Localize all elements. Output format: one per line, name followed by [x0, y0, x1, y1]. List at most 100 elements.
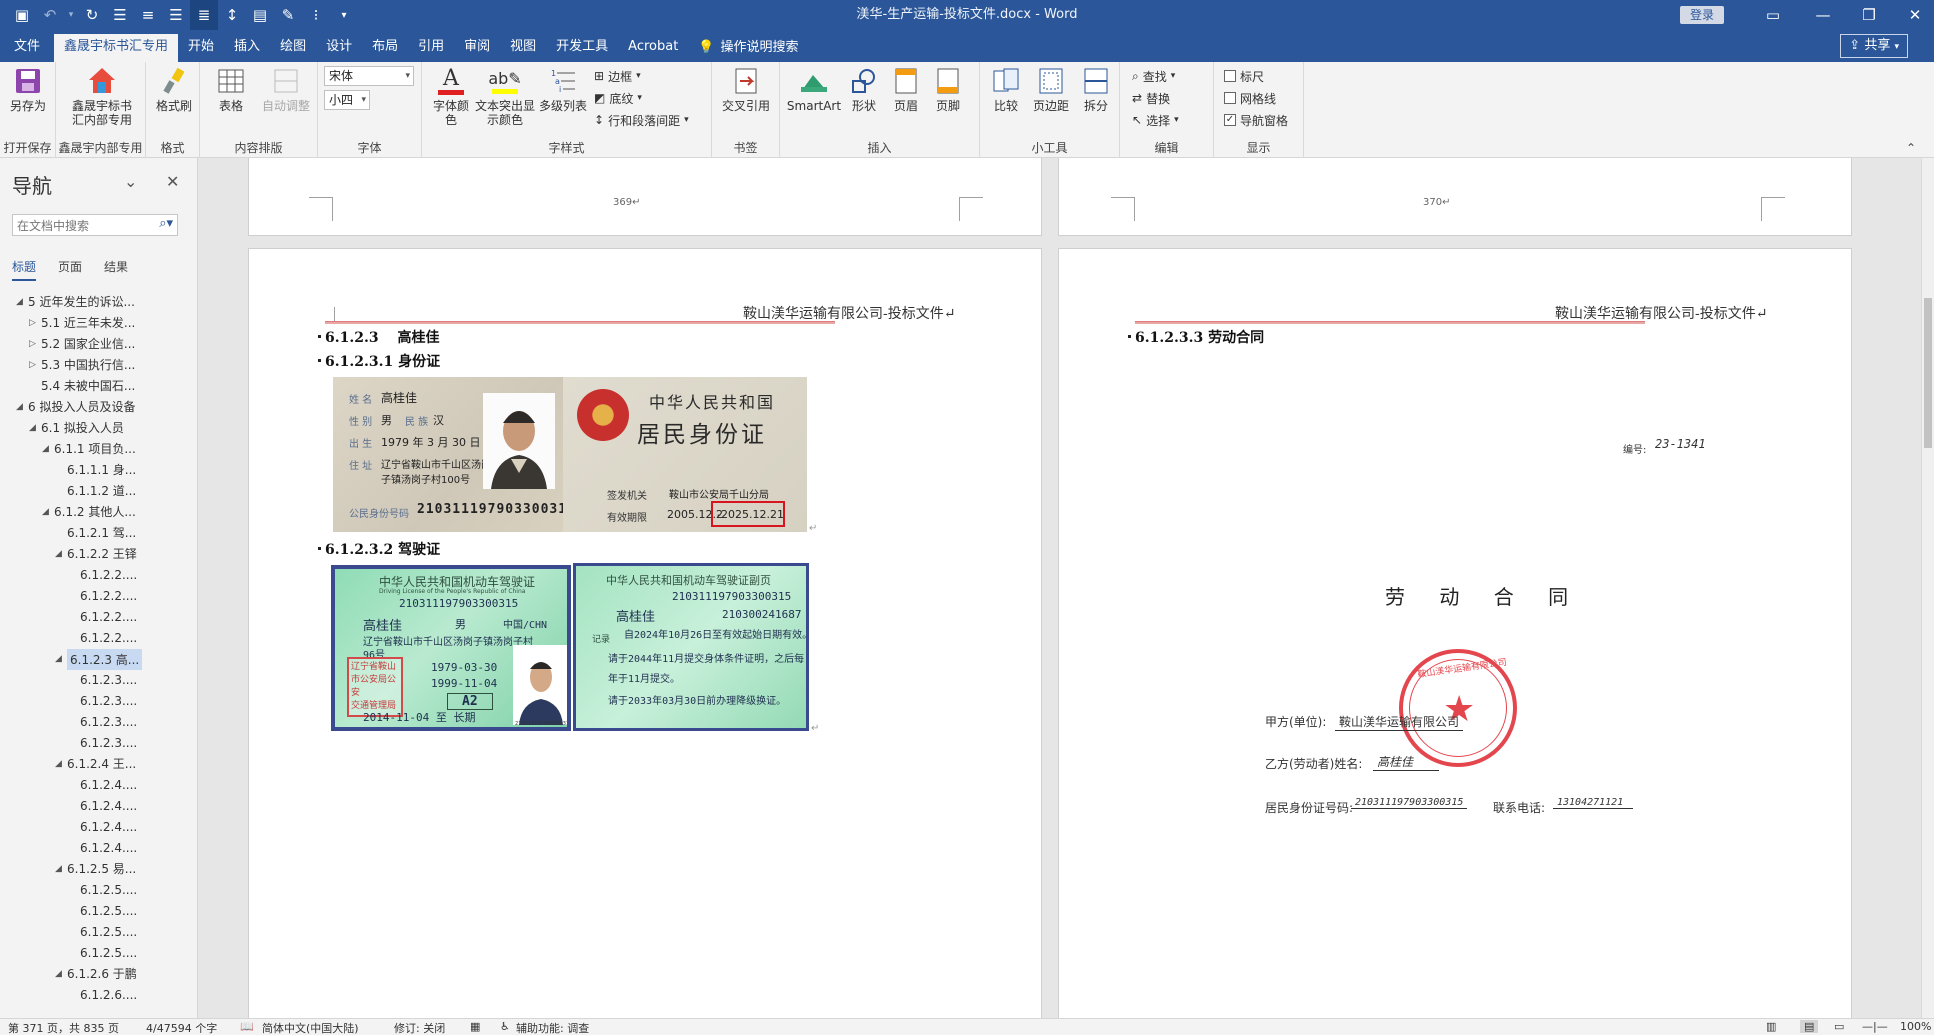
nav-heading-item[interactable]: 6.1.2.4....: [0, 796, 196, 817]
nav-tab-results[interactable]: 结果: [104, 258, 128, 281]
font-color-button[interactable]: A 字体颜色: [430, 66, 472, 127]
shapes-button[interactable]: 形状: [844, 66, 884, 113]
highlight-button[interactable]: ab✎ 文本突出显示颜色: [474, 66, 536, 128]
nav-heading-item[interactable]: ◢ 5 近年发生的诉讼...: [0, 292, 196, 313]
format-painter-icon[interactable]: ✎: [274, 0, 302, 30]
nav-heading-item[interactable]: ▷ 5.2 国家企业信...: [0, 334, 196, 355]
nav-heading-item[interactable]: 5.4 未被中国石...: [0, 376, 196, 397]
collapse-triangle-icon[interactable]: ◢: [55, 964, 62, 985]
nav-heading-item[interactable]: 6.1.2.3....: [0, 733, 196, 754]
close-icon[interactable]: ✕: [1892, 0, 1934, 30]
restore-icon[interactable]: ❐: [1846, 0, 1892, 30]
collapse-triangle-icon[interactable]: ◢: [42, 502, 49, 523]
collapse-triangle-icon[interactable]: ◢: [55, 754, 62, 775]
zoom-level[interactable]: 100%: [1900, 1020, 1931, 1033]
redo-icon[interactable]: ↻: [78, 0, 106, 30]
shading-button[interactable]: ◩ 底纹 ▾: [594, 88, 642, 108]
collapse-triangle-icon[interactable]: ◢: [55, 859, 62, 880]
nav-heading-item[interactable]: ◢ 6.1.2.3 高...: [0, 649, 196, 670]
collapse-triangle-icon[interactable]: ◢: [29, 418, 36, 439]
ruler-check-box[interactable]: [1224, 70, 1236, 82]
proofing-icon[interactable]: 📖: [240, 1020, 254, 1033]
multilevel-list-icon[interactable]: ⁝: [302, 0, 330, 30]
align-center-icon[interactable]: ≡: [134, 0, 162, 30]
tab-file[interactable]: 文件: [0, 34, 54, 62]
tab-acrobat[interactable]: Acrobat: [618, 34, 688, 62]
expand-triangle-icon[interactable]: ▷: [29, 313, 36, 334]
line-spacing-button[interactable]: ↕ 行和段落间距 ▾: [594, 110, 689, 130]
expand-triangle-icon[interactable]: ▷: [29, 334, 36, 355]
nav-heading-item[interactable]: 6.1.2.2....: [0, 607, 196, 628]
nav-heading-item[interactable]: 6.1.2.2....: [0, 586, 196, 607]
ribbon-display-options-icon[interactable]: ▭: [1750, 0, 1796, 30]
nav-heading-item[interactable]: 6.1.2.6....: [0, 985, 196, 1006]
border-button[interactable]: ⊞ 边框 ▾: [594, 66, 641, 86]
nav-heading-item[interactable]: ◢ 6.1.2.4 王...: [0, 754, 196, 775]
tab-references[interactable]: 引用: [408, 34, 454, 62]
line-spacing-icon[interactable]: ↕: [218, 0, 246, 30]
nav-heading-item[interactable]: 6.1.2.1 驾...: [0, 523, 196, 544]
chevron-down-icon[interactable]: ⌄: [124, 172, 137, 191]
accessibility-status[interactable]: 辅助功能: 调查: [516, 1020, 589, 1035]
nav-heading-item[interactable]: ▷ 5.1 近三年未发...: [0, 313, 196, 334]
tab-view[interactable]: 视图: [500, 34, 546, 62]
nav-heading-item[interactable]: 6.1.2.2....: [0, 565, 196, 586]
page-371[interactable]: 鞍山渼华运输有限公司-投标文件↵ 6.1.2.3 高桂佳 6.1.2.3.1 身…: [248, 248, 1042, 1018]
share-button[interactable]: ⇪ 共享 ▾: [1840, 34, 1908, 58]
nav-heading-item[interactable]: ◢ 6.1.2 其他人...: [0, 502, 196, 523]
tab-layout[interactable]: 布局: [362, 34, 408, 62]
tab-insert[interactable]: 插入: [224, 34, 270, 62]
print-layout-icon[interactable]: ▤: [1800, 1020, 1819, 1033]
collapse-triangle-icon[interactable]: ◢: [16, 397, 23, 418]
undo-dropdown-icon[interactable]: ▾: [64, 0, 78, 30]
split-button[interactable]: 拆分: [1076, 66, 1116, 113]
scrollbar-thumb[interactable]: [1924, 298, 1932, 448]
tab-review[interactable]: 审阅: [454, 34, 500, 62]
page-372[interactable]: 鞍山渼华运输有限公司-投标文件↵ 6.1.2.3.3 劳动合同 编号: 23-1…: [1058, 248, 1852, 1018]
word-count[interactable]: 4/47594 个字: [146, 1020, 217, 1035]
tab-design[interactable]: 设计: [316, 34, 362, 62]
save-icon[interactable]: ▣: [8, 0, 36, 30]
page-count[interactable]: 第 371 页，共 835 页: [8, 1020, 119, 1035]
nav-tab-pages[interactable]: 页面: [58, 258, 82, 281]
save-as-button[interactable]: 另存为: [6, 66, 50, 113]
nav-heading-item[interactable]: ◢ 6.1.1 项目负...: [0, 439, 196, 460]
nav-heading-item[interactable]: ◢ 6.1 拟投入人员: [0, 418, 196, 439]
nav-heading-item[interactable]: 6.1.2.4....: [0, 817, 196, 838]
tab-draw[interactable]: 绘图: [270, 34, 316, 62]
nav-heading-item[interactable]: ◢ 6.1.2.5 易...: [0, 859, 196, 880]
font-name-select[interactable]: 宋体 ▾: [324, 66, 414, 86]
multilevel-list-button[interactable]: 1ai 多级列表: [538, 66, 588, 113]
collapse-triangle-icon[interactable]: ◢: [16, 292, 23, 313]
nav-heading-item[interactable]: 6.1.2.5....: [0, 943, 196, 964]
tell-me-search[interactable]: 💡 操作说明搜索: [688, 34, 808, 62]
tab-xsy[interactable]: 鑫晟宇标书汇专用: [54, 34, 179, 62]
search-icon[interactable]: ⌕▾: [159, 216, 173, 231]
margins-button[interactable]: 页边距: [1028, 66, 1074, 113]
nav-heading-item[interactable]: 6.1.2.5....: [0, 901, 196, 922]
nav-heading-item[interactable]: 6.1.2.4....: [0, 838, 196, 859]
header-button[interactable]: 页眉: [886, 66, 926, 113]
auto-adjust-button[interactable]: 自动调整: [258, 66, 314, 113]
collapse-ribbon-icon[interactable]: ⌃: [1906, 141, 1916, 155]
minimize-icon[interactable]: —: [1800, 0, 1846, 30]
nav-heading-item[interactable]: 6.1.2.4....: [0, 775, 196, 796]
gridlines-check-box[interactable]: [1224, 92, 1236, 104]
nav-heading-item[interactable]: 6.1.2.3....: [0, 670, 196, 691]
tab-developer[interactable]: 开发工具: [546, 34, 618, 62]
align-right-icon[interactable]: ☰: [162, 0, 190, 30]
nav-heading-item[interactable]: 6.1.2.3....: [0, 712, 196, 733]
ruler-checkbox[interactable]: 标尺: [1224, 66, 1264, 86]
language[interactable]: 简体中文(中国大陆): [262, 1020, 359, 1035]
gridlines-checkbox[interactable]: 网格线: [1224, 88, 1276, 108]
login-button[interactable]: 登录: [1680, 6, 1724, 24]
nav-heading-item[interactable]: 6.1.1.1 身...: [0, 460, 196, 481]
collapse-triangle-icon[interactable]: ◢: [42, 439, 49, 460]
font-size-select[interactable]: 小四 ▾: [324, 90, 370, 110]
collapse-triangle-icon[interactable]: ◢: [55, 544, 62, 565]
align-left-icon[interactable]: ☰: [106, 0, 134, 30]
cross-reference-button[interactable]: 交叉引用: [718, 66, 774, 113]
read-mode-icon[interactable]: ▥: [1766, 1020, 1776, 1033]
format-painter-button[interactable]: 格式刷: [152, 66, 196, 113]
table-button[interactable]: 表格: [208, 66, 254, 113]
